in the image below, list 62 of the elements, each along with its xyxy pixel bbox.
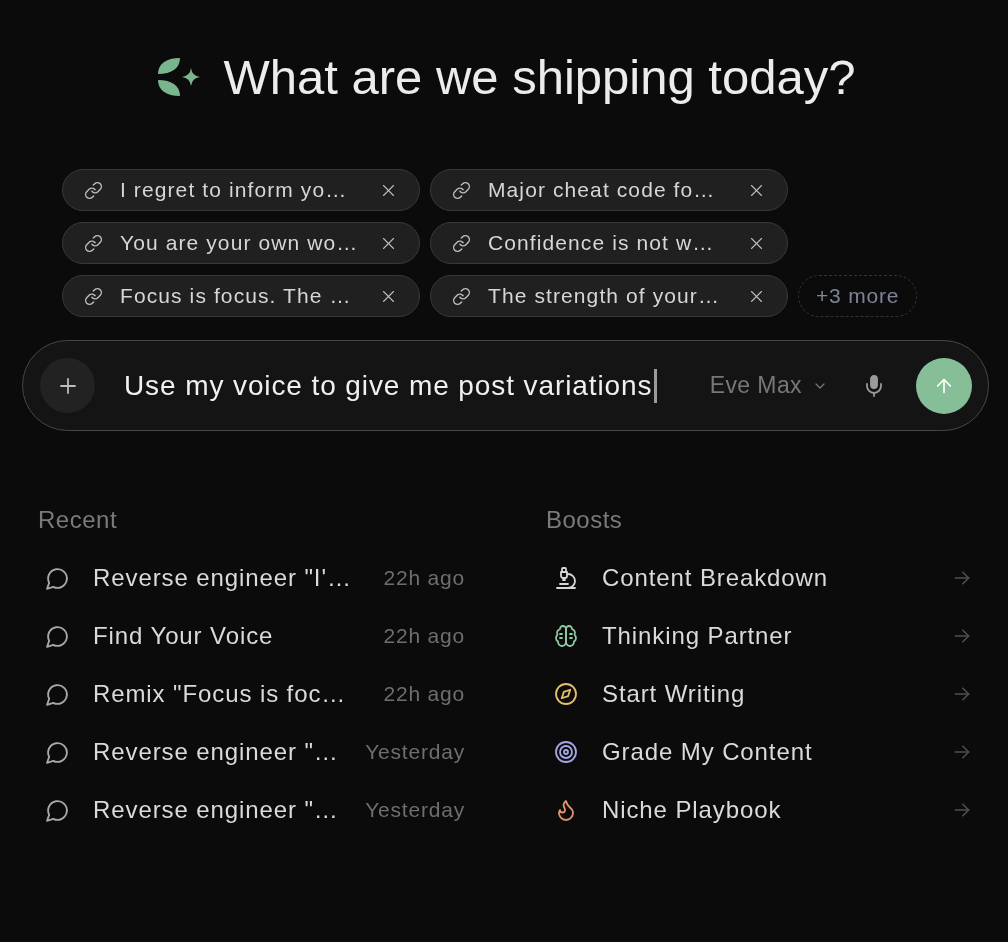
chat-title[interactable]: Remix "Focus is foc…	[93, 676, 384, 712]
chat-time: 22h ago	[383, 623, 465, 650]
boost-label[interactable]: Start Writing	[602, 676, 952, 712]
link-icon	[84, 180, 103, 200]
link-icon	[84, 233, 103, 253]
chat-bubble-icon	[45, 681, 70, 707]
close-icon	[749, 182, 764, 198]
attachment-chip[interactable]: I regret to inform yo…	[62, 169, 420, 211]
chat-title[interactable]: Reverse engineer "I'…	[93, 560, 384, 596]
remove-button[interactable]	[381, 288, 396, 304]
link-icon	[452, 233, 471, 253]
text-cursor-icon	[654, 368, 658, 403]
attachment-label: The strength of your…	[488, 283, 722, 310]
close-icon	[381, 235, 396, 251]
remove-button[interactable]	[749, 288, 764, 304]
close-icon	[749, 288, 764, 304]
attachment-label: You are your own wo…	[120, 230, 360, 257]
arrow-right-icon	[952, 626, 972, 646]
attachment-label: I regret to inform yo…	[120, 177, 349, 204]
arrow-right-icon	[952, 568, 972, 588]
remove-button[interactable]	[749, 182, 764, 198]
sparkle-leaf-logo-icon	[155, 56, 200, 98]
chat-time: 22h ago	[383, 565, 465, 592]
attachment-chip[interactable]: Focus is focus. The …	[62, 275, 420, 317]
attachment-label: Focus is focus. The …	[120, 283, 353, 310]
boost-label[interactable]: Niche Playbook	[602, 792, 952, 828]
model-select[interactable]: Eve Max	[709, 368, 828, 403]
boost-label[interactable]: Content Breakdown	[602, 560, 952, 596]
attachment-label: Major cheat code fo…	[488, 177, 717, 204]
chat-title[interactable]: Find Your Voice	[93, 618, 384, 654]
section-heading: Boosts	[546, 506, 624, 534]
chat-time: Yesterday	[365, 797, 465, 824]
chat-bubble-icon	[45, 623, 70, 649]
remove-button[interactable]	[381, 182, 396, 198]
page-heading: What are we shipping today?	[223, 49, 856, 106]
chat-title[interactable]: Reverse engineer "…	[93, 734, 366, 770]
boost-label[interactable]: Thinking Partner	[602, 618, 952, 654]
remove-button[interactable]	[381, 235, 396, 251]
arrow-right-icon	[952, 800, 972, 820]
attachment-label: Confidence is not w…	[488, 230, 716, 257]
chat-bubble-icon	[45, 797, 70, 823]
chat-bubble-icon	[45, 565, 70, 591]
attachment-chip[interactable]: You are your own wo…	[62, 222, 420, 264]
chat-time: 22h ago	[383, 681, 465, 708]
attachment-chip[interactable]: The strength of your…	[430, 275, 788, 317]
link-icon	[84, 286, 103, 306]
remove-button[interactable]	[749, 235, 764, 251]
message-input[interactable]: Use my voice to give me post variations	[124, 364, 710, 407]
chat-title[interactable]: Reverse engineer "…	[93, 792, 366, 828]
attachment-chip[interactable]: Major cheat code fo…	[430, 169, 788, 211]
arrow-right-icon	[952, 742, 972, 762]
close-icon	[381, 182, 396, 198]
chat-bubble-icon	[45, 739, 70, 765]
section-heading: Recent	[38, 506, 119, 534]
attachment-chip[interactable]: Confidence is not w…	[430, 222, 788, 264]
close-icon	[749, 235, 764, 251]
arrow-right-icon	[952, 684, 972, 704]
link-icon	[452, 286, 471, 306]
close-icon	[381, 288, 396, 304]
link-icon	[452, 180, 471, 200]
chat-time: Yesterday	[365, 739, 465, 766]
boost-label[interactable]: Grade My Content	[602, 734, 952, 770]
